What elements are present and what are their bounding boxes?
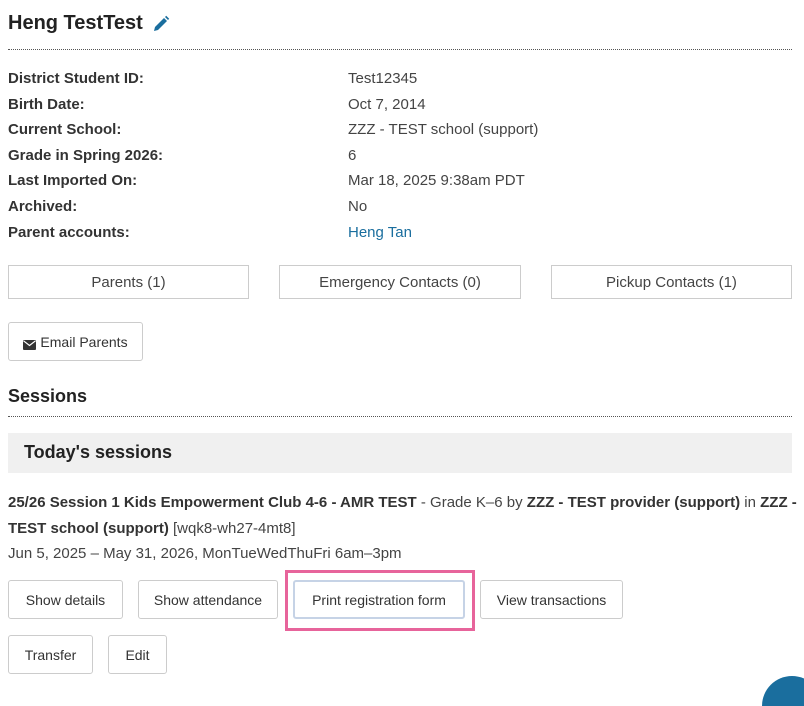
todays-sessions-header: Today's sessions [8, 433, 792, 473]
info-label: Parent accounts: [8, 223, 130, 241]
email-parents-button[interactable]: Email Parents [8, 322, 143, 361]
help-widget-button[interactable] [762, 676, 804, 706]
session-schedule: Jun 5, 2025 – May 31, 2026, MonTueWedThu… [8, 545, 402, 562]
session-in-text: in [740, 494, 761, 511]
session-code: [wqk8-wh27-4mt8] [168, 519, 296, 537]
session-description: 25/26 Session 1 Kids Empowerment Club 4-… [8, 490, 798, 567]
student-name: Heng TestTest [8, 12, 143, 34]
envelope-icon [23, 337, 37, 350]
info-value: Test12345 [348, 70, 418, 87]
print-registration-form-button[interactable]: Print registration form [293, 580, 465, 619]
show-attendance-button[interactable]: Show attendance [138, 580, 278, 619]
info-label: Archived: [8, 197, 78, 215]
info-value: No [348, 197, 368, 215]
parents-button[interactable]: Parents (1) [8, 265, 249, 299]
emergency-contacts-button[interactable]: Emergency Contacts (0) [279, 265, 521, 299]
info-row-archived: Archived: No [8, 196, 792, 222]
parent-account-link[interactable]: Heng Tan [348, 222, 412, 244]
info-value: Oct 7, 2014 [348, 95, 426, 113]
info-row-district-id: District Student ID: Test12345 [8, 68, 792, 94]
title-divider [8, 49, 792, 50]
session-provider: ZZZ - TEST provider (support) [526, 494, 741, 511]
info-label: District Student ID: [8, 70, 144, 87]
info-row-parent-accounts: Parent accounts: Heng Tan [8, 222, 792, 248]
info-label: Grade in Spring 2026: [8, 146, 164, 164]
session-name: 25/26 Session 1 Kids Empowerment Club 4-… [8, 494, 417, 511]
sessions-heading: Sessions [8, 386, 88, 406]
info-label: Birth Date: [8, 95, 85, 113]
show-details-button[interactable]: Show details [8, 580, 123, 619]
student-info-list: District Student ID: Test12345 Birth Dat… [8, 68, 792, 247]
email-parents-label: Email Parents [40, 333, 128, 350]
sessions-divider [8, 416, 792, 417]
info-label: Last Imported On: [8, 172, 138, 190]
info-label: Current School: [8, 121, 122, 139]
student-name-heading: Heng TestTest [8, 12, 170, 35]
info-row-last-imported: Last Imported On: Mar 18, 2025 9:38am PD… [8, 170, 792, 196]
info-row-birth-date: Birth Date: Oct 7, 2014 [8, 94, 792, 120]
info-value: 6 [348, 146, 357, 164]
pickup-contacts-button[interactable]: Pickup Contacts (1) [551, 265, 792, 299]
pencil-icon[interactable] [152, 15, 170, 33]
todays-sessions-heading: Today's sessions [24, 442, 173, 462]
session-grade-text: - Grade K–6 by [416, 494, 527, 511]
view-transactions-button[interactable]: View transactions [480, 580, 623, 619]
info-row-grade: Grade in Spring 2026: 6 [8, 145, 792, 171]
edit-button[interactable]: Edit [108, 635, 167, 674]
info-value: Mar 18, 2025 9:38am PDT [348, 172, 525, 190]
transfer-button[interactable]: Transfer [8, 635, 93, 674]
info-value: ZZZ - TEST school (support) [348, 121, 539, 139]
info-row-current-school: Current School: ZZZ - TEST school (suppo… [8, 119, 792, 145]
